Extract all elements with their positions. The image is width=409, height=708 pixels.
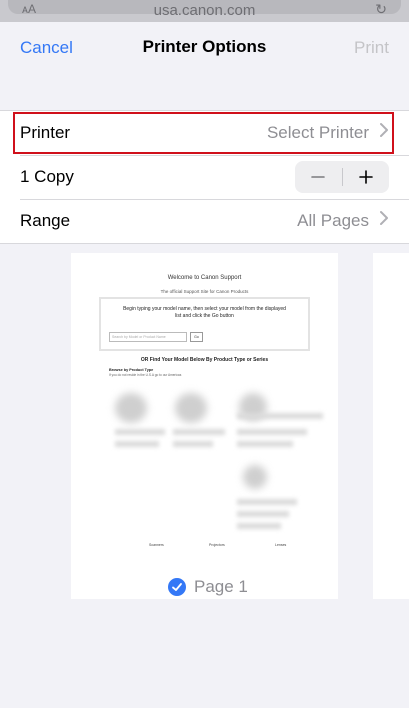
blurred-text — [237, 511, 289, 517]
copies-row: 1 Copy — [0, 155, 409, 199]
blurred-text — [115, 441, 159, 447]
page-preview-2[interactable] — [373, 253, 409, 599]
page-title: Printer Options — [142, 37, 267, 56]
page-selection-indicator[interactable]: Page 1 — [166, 576, 248, 598]
doc-search-input: Search by Model or Product Name — [109, 332, 187, 342]
plus-icon — [358, 170, 373, 184]
doc-browse-title: Browse by Product Type — [109, 368, 154, 372]
decrement-button[interactable] — [295, 161, 342, 193]
doc-search-box: Begin typing your model name, then selec… — [99, 297, 310, 351]
range-label: Range — [20, 211, 71, 230]
print-button[interactable]: Print — [354, 38, 389, 58]
browser-url-bar: ᴀA usa.canon.com ↻ — [0, 0, 409, 22]
printer-row[interactable]: Printer Select Printer — [12, 111, 395, 155]
range-row[interactable]: Range All Pages — [0, 199, 409, 243]
blurred-product-image — [115, 393, 147, 423]
doc-category: Projectors — [209, 543, 225, 547]
blurred-text — [173, 429, 225, 435]
doc-go-button: Go — [190, 332, 203, 342]
doc-browse-subtitle: If you do not reside in the U.S.A go to … — [109, 373, 182, 377]
blurred-product-image — [175, 393, 207, 423]
printer-label: Printer — [20, 123, 71, 142]
doc-search-hint: Begin typing your model name, then selec… — [123, 306, 286, 319]
blurred-text — [115, 429, 165, 435]
reload-icon: ↻ — [375, 1, 387, 17]
doc-category: Lenses — [275, 543, 287, 547]
doc-subtitle: The official Support Site for Canon Prod… — [160, 289, 249, 294]
blurred-text — [237, 441, 293, 447]
checkmark-icon — [166, 576, 188, 598]
blurred-text — [237, 523, 281, 529]
blurred-product-image — [243, 465, 267, 489]
increment-button[interactable] — [343, 161, 390, 193]
blurred-text — [237, 499, 297, 505]
page-label: Page 1 — [194, 577, 248, 596]
copies-stepper — [295, 161, 389, 193]
minus-icon — [311, 176, 326, 178]
options-group: Printer Select Printer 1 Copy Range All … — [0, 110, 409, 244]
chevron-right-icon — [380, 209, 389, 232]
range-value: All Pages — [297, 211, 369, 230]
blurred-text — [173, 441, 213, 447]
blurred-text — [237, 413, 323, 419]
doc-find-text: OR Find Your Model Below By Product Type… — [140, 357, 269, 363]
blurred-text — [237, 429, 307, 435]
page-preview-1[interactable]: Welcome to Canon Support The official Su… — [71, 253, 338, 599]
doc-category: Scanners — [149, 543, 164, 547]
doc-title: Welcome to Canon Support — [167, 275, 242, 281]
nav-bar: Cancel Printer Options Print — [0, 22, 409, 76]
printer-value: Select Printer — [266, 123, 369, 142]
url-text: usa.canon.com — [153, 2, 256, 19]
copies-label: 1 Copy — [20, 167, 74, 186]
chevron-right-icon — [380, 121, 389, 144]
